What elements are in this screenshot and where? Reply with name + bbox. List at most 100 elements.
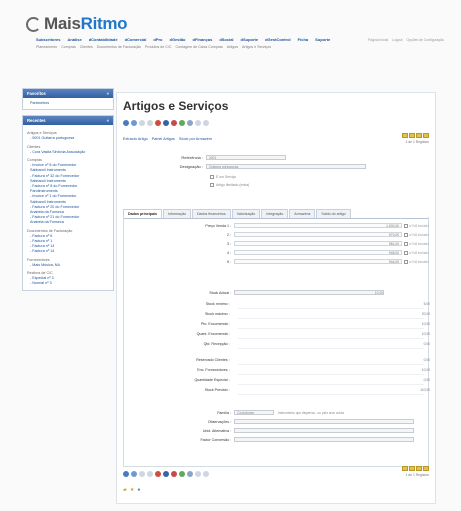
iva-check[interactable]: c/ IVA incluído bbox=[404, 241, 429, 246]
config-link[interactable]: Opções de Configuração bbox=[406, 38, 444, 42]
home-link[interactable]: Página Inicial bbox=[368, 38, 388, 42]
collapse-icon[interactable]: « bbox=[107, 91, 109, 96]
first-page-button[interactable] bbox=[402, 466, 408, 471]
help-icon[interactable] bbox=[195, 120, 201, 126]
recent-item[interactable]: - Normal nº 3 bbox=[27, 281, 109, 286]
copy-icon[interactable] bbox=[147, 471, 153, 477]
servico-check[interactable]: É um Serviço bbox=[210, 175, 236, 179]
iva-check[interactable]: c/ IVA incluído bbox=[404, 232, 429, 237]
price-field[interactable]: 944,00 bbox=[234, 259, 402, 264]
extract-link[interactable]: Extracto Artigo bbox=[123, 137, 148, 141]
refresh-icon[interactable] bbox=[179, 471, 185, 477]
record-count: 1 de 1 Registos bbox=[405, 473, 429, 477]
stock-link[interactable]: Stock por Armazém bbox=[179, 137, 212, 141]
bottom-field[interactable] bbox=[234, 419, 414, 424]
subnav-item[interactable]: Contagem de Caixa Compras bbox=[176, 45, 223, 49]
stock-actual-field[interactable]: 10,00 bbox=[234, 290, 384, 295]
checkbox[interactable] bbox=[210, 183, 214, 187]
iva-check[interactable]: c/ IVA incluído bbox=[404, 223, 429, 228]
prev-page-button[interactable] bbox=[409, 133, 415, 138]
next-page-button[interactable] bbox=[416, 133, 422, 138]
recentes-header[interactable]: Recentes « bbox=[23, 116, 113, 126]
designacao-row: Designação : Guitarra portuguesa bbox=[157, 164, 366, 169]
price-field[interactable]: 948,00 bbox=[234, 250, 402, 255]
logo[interactable]: MaisRitmo bbox=[26, 14, 128, 34]
recent-item[interactable]: - Factura nº 14 bbox=[27, 249, 109, 254]
next-page-button[interactable] bbox=[416, 466, 422, 471]
subnav-item[interactable]: Produtos de C/C bbox=[145, 45, 172, 49]
print-icon[interactable] bbox=[187, 471, 193, 477]
nav-item[interactable]: dGestControl bbox=[265, 37, 291, 42]
recent-item[interactable]: - 0001 Guitarra portuguesa bbox=[27, 136, 109, 141]
panel-link[interactable]: Painel Artigos bbox=[152, 137, 175, 141]
subnav-item[interactable]: Artigos bbox=[227, 45, 238, 49]
subnav-item[interactable]: Compras bbox=[61, 45, 76, 49]
familia-select[interactable]: Cordofones bbox=[234, 410, 274, 415]
last-page-button[interactable] bbox=[423, 133, 429, 138]
nav-item[interactable]: Suporte bbox=[315, 37, 330, 42]
price-field[interactable]: 1.000,00 bbox=[234, 223, 402, 228]
first-record-icon[interactable] bbox=[123, 120, 129, 126]
checkbox[interactable] bbox=[404, 232, 408, 237]
subnav-item[interactable]: Planeamento bbox=[36, 45, 57, 49]
nav-item[interactable]: Análise bbox=[67, 37, 81, 42]
checkbox[interactable] bbox=[404, 241, 408, 246]
search-icon[interactable] bbox=[131, 120, 137, 126]
bottom-field[interactable] bbox=[234, 437, 414, 442]
bottom-field[interactable] bbox=[234, 428, 414, 433]
nav-item[interactable]: dContabilidade bbox=[89, 37, 118, 42]
new-icon[interactable] bbox=[139, 471, 145, 477]
checkbox[interactable] bbox=[210, 175, 214, 179]
nav-item[interactable]: dSuporte bbox=[241, 37, 259, 42]
edit-icon[interactable] bbox=[203, 120, 209, 126]
nav-item[interactable]: dPro bbox=[153, 37, 162, 42]
save-icon[interactable] bbox=[163, 120, 169, 126]
ilimitado-check[interactable]: Artigo Ilimitado (extra) bbox=[210, 183, 249, 187]
favorite-item[interactable]: Parâmetros bbox=[27, 101, 109, 106]
refresh-icon[interactable] bbox=[179, 120, 185, 126]
referencia-field[interactable]: 0001 bbox=[206, 155, 286, 160]
edit-icon[interactable] bbox=[203, 471, 209, 477]
collapse-icon[interactable]: « bbox=[107, 118, 109, 123]
nav-item[interactable]: dComercial bbox=[125, 37, 147, 42]
recent-item[interactable]: - Cora Vasita Sinfonia Associação bbox=[27, 150, 109, 155]
print-icon[interactable] bbox=[187, 120, 193, 126]
first-page-button[interactable] bbox=[402, 133, 408, 138]
checkbox[interactable] bbox=[404, 223, 408, 228]
recent-item[interactable]: - Mais Música, NA bbox=[27, 263, 109, 268]
referencia-row: Referência : 0001 bbox=[157, 155, 286, 160]
checkbox[interactable] bbox=[404, 259, 408, 264]
search-icon[interactable] bbox=[131, 471, 137, 477]
checkbox[interactable] bbox=[404, 250, 408, 255]
delete-icon[interactable] bbox=[155, 471, 161, 477]
users-icon[interactable]: ● bbox=[137, 487, 140, 493]
first-record-icon[interactable] bbox=[123, 471, 129, 477]
cancel-icon[interactable] bbox=[171, 120, 177, 126]
prev-page-button[interactable] bbox=[409, 466, 415, 471]
iva-check[interactable]: c/ IVA incluído bbox=[404, 259, 429, 264]
logout-link[interactable]: Logout bbox=[392, 38, 402, 42]
star-icon[interactable]: ★ bbox=[130, 487, 134, 493]
last-page-button[interactable] bbox=[423, 466, 429, 471]
iva-check[interactable]: c/ IVA incluído bbox=[404, 250, 429, 255]
nav-item[interactable]: dGestão bbox=[170, 37, 186, 42]
nav-item[interactable]: dSocial bbox=[219, 37, 233, 42]
nav-item[interactable]: Ficha bbox=[298, 37, 308, 42]
copy-icon[interactable] bbox=[147, 120, 153, 126]
price-field[interactable]: 961,00 bbox=[234, 241, 402, 246]
recent-item[interactable]: Anabela da Fonseca bbox=[27, 220, 109, 225]
nav-item[interactable]: Subscritores bbox=[36, 37, 60, 42]
folder-icon[interactable]: ▰ bbox=[123, 487, 127, 493]
nav-item[interactable]: dFinanças bbox=[193, 37, 213, 42]
price-field[interactable]: 970,00 bbox=[234, 232, 402, 237]
new-icon[interactable] bbox=[139, 120, 145, 126]
subnav-item[interactable]: Documentos de Facturação bbox=[97, 45, 141, 49]
save-icon[interactable] bbox=[163, 471, 169, 477]
favoritos-header[interactable]: Favoritos « bbox=[23, 89, 113, 98]
help-icon[interactable] bbox=[195, 471, 201, 477]
designacao-field[interactable]: Guitarra portuguesa bbox=[206, 164, 366, 169]
subnav-item[interactable]: Artigos e Serviços bbox=[242, 45, 271, 49]
subnav-item[interactable]: Clientes bbox=[80, 45, 93, 49]
cancel-icon[interactable] bbox=[171, 471, 177, 477]
delete-icon[interactable] bbox=[155, 120, 161, 126]
